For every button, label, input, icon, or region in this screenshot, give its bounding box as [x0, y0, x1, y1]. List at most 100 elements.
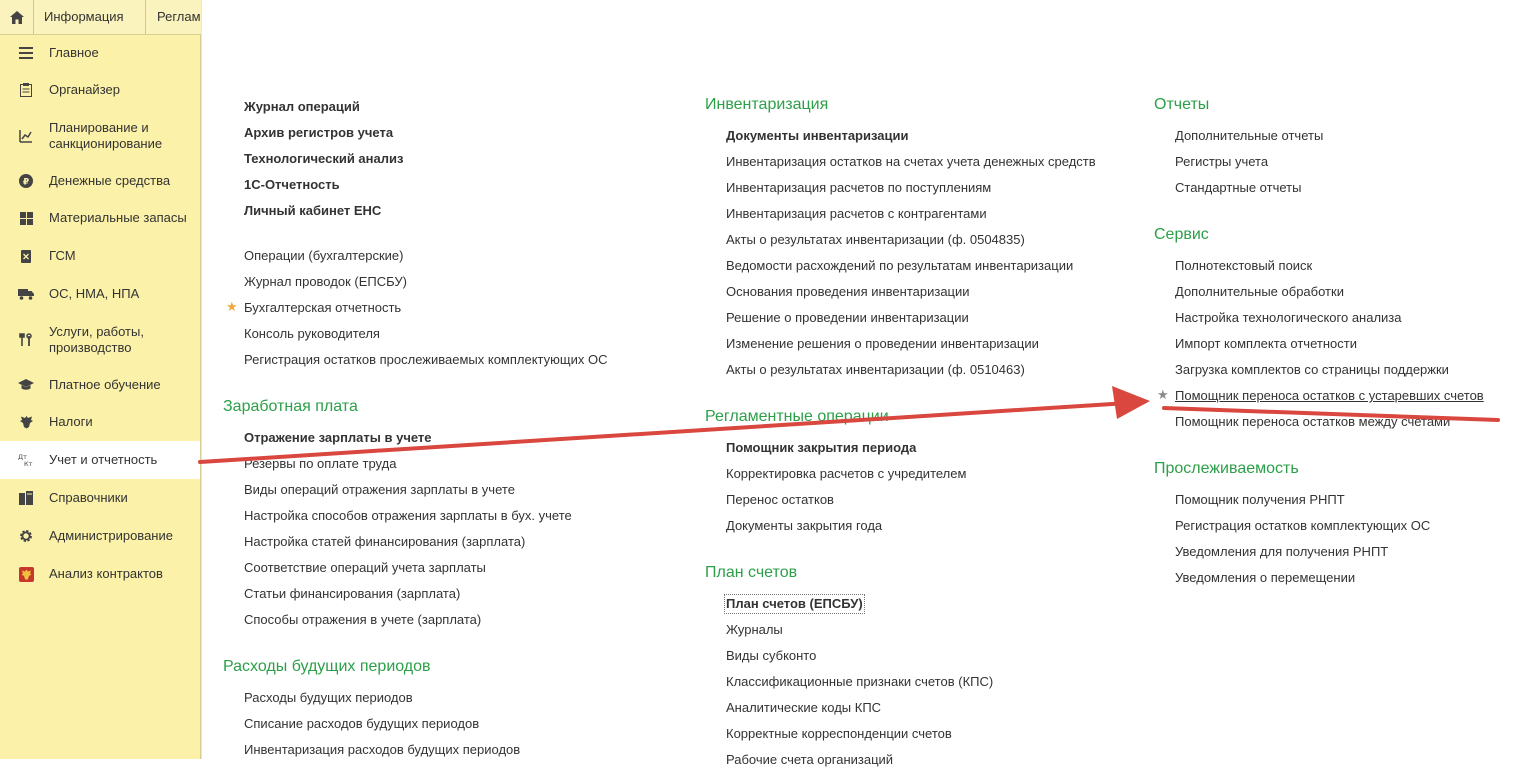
- sidebar-item-administration[interactable]: Администрирование: [0, 517, 200, 555]
- list-item[interactable]: Аналитические коды КПС: [726, 700, 881, 716]
- list-item[interactable]: Дополнительные отчеты: [1175, 128, 1323, 144]
- list-item[interactable]: Стандартные отчеты: [1175, 180, 1301, 196]
- list-item[interactable]: Настройка способов отражения зарплаты в …: [244, 508, 572, 524]
- section-title-salary: Заработная плата: [223, 398, 358, 415]
- list-item[interactable]: Документы закрытия года: [726, 518, 882, 534]
- sidebar-item-money[interactable]: ₽ Денежные средства: [0, 163, 200, 199]
- link-1c-reporting[interactable]: 1С-Отчетность: [244, 177, 340, 193]
- list-item[interactable]: Акты о результатах инвентаризации (ф. 05…: [726, 362, 1025, 378]
- link-accounting-reports[interactable]: Бухгалтерская отчетность: [244, 300, 401, 316]
- list-item[interactable]: Основания проведения инвентаризации: [726, 284, 970, 300]
- link-manager-console[interactable]: Консоль руководителя: [244, 326, 380, 342]
- sidebar-item-directories[interactable]: Справочники: [0, 479, 200, 517]
- sidebar-item-paid-education[interactable]: Платное обучение: [0, 367, 200, 403]
- sidebar-item-planning[interactable]: Планирование и санкционирование: [0, 109, 200, 163]
- list-item[interactable]: Классификационные признаки счетов (КПС): [726, 674, 993, 690]
- list-item[interactable]: Инвентаризация остатков на счетах учета …: [726, 154, 1096, 170]
- list-item[interactable]: Способы отражения в учете (зарплата): [244, 612, 481, 628]
- link-transfer-obsolete-accounts[interactable]: Помощник переноса остатков с устаревших …: [1175, 388, 1484, 404]
- home-tab[interactable]: [0, 0, 34, 34]
- list-item[interactable]: Помощник закрытия периода: [726, 440, 916, 456]
- sidebar-item-fixed-assets[interactable]: ОС, НМА, НПА: [0, 275, 200, 313]
- list-item[interactable]: Корректировка расчетов с учредителем: [726, 466, 966, 482]
- coin-icon: ₽: [18, 173, 34, 189]
- list-item[interactable]: Резервы по оплате труда: [244, 456, 396, 472]
- list-item[interactable]: Инвентаризация расчетов с контрагентами: [726, 206, 987, 222]
- list-item[interactable]: Решение о проведении инвентаризации: [726, 310, 969, 326]
- list-item[interactable]: Списание расходов будущих периодов: [244, 716, 479, 732]
- sidebar-item-services[interactable]: Услуги, работы, производство: [0, 313, 200, 367]
- sidebar-item-label: ОС, НМА, НПА: [49, 286, 140, 301]
- list-item[interactable]: Акты о результатах инвентаризации (ф. 05…: [726, 232, 1025, 248]
- sidebar-item-fuel[interactable]: ГСМ: [0, 237, 200, 275]
- list-item[interactable]: Виды субконто: [726, 648, 816, 664]
- sidebar-item-label: Денежные средства: [49, 173, 171, 188]
- sidebar: Главное Органайзер Планирование и санкци…: [0, 35, 201, 759]
- books-icon: [18, 490, 34, 506]
- sidebar-item-label: ГСМ: [49, 248, 76, 263]
- list-item[interactable]: План счетов (ЕПСБУ): [724, 594, 865, 614]
- list-item[interactable]: Загрузка комплектов со страницы поддержк…: [1175, 362, 1449, 378]
- list-item[interactable]: Виды операций отражения зарплаты в учете: [244, 482, 515, 498]
- sidebar-item-label: Справочники: [49, 490, 128, 505]
- sidebar-item-label: Материальные запасы: [49, 210, 187, 225]
- list-item[interactable]: Отражение зарплаты в учете: [244, 430, 432, 446]
- list-item[interactable]: Документы инвентаризации: [726, 128, 908, 144]
- link-postings-journal[interactable]: Журнал проводок (ЕПСБУ): [244, 274, 407, 290]
- sidebar-item-contract-analysis[interactable]: Анализ контрактов: [0, 555, 200, 593]
- list-item[interactable]: Импорт комплекта отчетности: [1175, 336, 1357, 352]
- list-item[interactable]: Помощник переноса остатков между счетами: [1175, 414, 1450, 430]
- list-item[interactable]: Полнотекстовый поиск: [1175, 258, 1312, 274]
- list-item[interactable]: Дополнительные обработки: [1175, 284, 1344, 300]
- list-item[interactable]: Изменение решения о проведении инвентари…: [726, 336, 1039, 352]
- list-item[interactable]: Уведомления для получения РНПТ: [1175, 544, 1388, 560]
- list-item[interactable]: Регистрация остатков комплектующих ОС: [1175, 518, 1430, 534]
- sidebar-item-materials[interactable]: Материальные запасы: [0, 199, 200, 237]
- link-operations-journal[interactable]: Журнал операций: [244, 99, 360, 115]
- svg-text:Кт: Кт: [24, 460, 33, 467]
- list-item[interactable]: Статьи финансирования (зарплата): [244, 586, 460, 602]
- tab-reglamented-reports[interactable]: Регламентированные отчеты: [147, 0, 203, 34]
- list-item[interactable]: Уведомления о перемещении: [1175, 570, 1355, 586]
- list-item[interactable]: Настройка технологического анализа: [1175, 310, 1402, 326]
- section-title-reports: Отчеты: [1154, 96, 1210, 113]
- list-item[interactable]: Помощник получения РНПТ: [1175, 492, 1345, 508]
- link-traceable-components[interactable]: Регистрация остатков прослеживаемых комп…: [244, 352, 607, 368]
- list-item[interactable]: Корректные корреспонденции счетов: [726, 726, 952, 742]
- favorite-star-icon[interactable]: ★: [1157, 387, 1169, 403]
- sidebar-item-label: Анализ контрактов: [49, 566, 163, 581]
- list-item[interactable]: Настройка статей финансирования (зарплат…: [244, 534, 525, 550]
- list-item[interactable]: Рабочие счета организаций: [726, 752, 893, 768]
- sidebar-item-accounting[interactable]: Дт Кт Учет и отчетность: [0, 441, 200, 479]
- list-item[interactable]: Регистры учета: [1175, 154, 1268, 170]
- sidebar-item-label: Учет и отчетность: [49, 452, 158, 467]
- list-item[interactable]: Журналы: [726, 622, 783, 638]
- truck-icon: [18, 286, 34, 302]
- list-item[interactable]: Перенос остатков: [726, 492, 834, 508]
- section-title-deferred-expenses: Расходы будущих периодов: [223, 658, 431, 675]
- list-item[interactable]: Инвентаризация расчетов по поступлениям: [726, 180, 991, 196]
- section-title-traceability: Прослеживаемость: [1154, 460, 1299, 477]
- sidebar-item-main[interactable]: Главное: [0, 35, 200, 71]
- link-accounting-operations[interactable]: Операции (бухгалтерские): [244, 248, 403, 264]
- list-item[interactable]: Соответствие операций учета зарплаты: [244, 560, 486, 576]
- menu-lines-icon: [18, 45, 34, 61]
- list-item[interactable]: Ведомости расхождений по результатам инв…: [726, 258, 1073, 274]
- home-icon: [9, 10, 24, 24]
- list-item[interactable]: Инвентаризация расходов будущих периодов: [244, 742, 520, 758]
- tools-icon: [18, 332, 34, 348]
- tab-information[interactable]: Информация: [34, 0, 146, 34]
- eagle-emblem-icon: [18, 414, 34, 430]
- favorite-star-icon[interactable]: ★: [226, 299, 238, 315]
- list-item[interactable]: Расходы будущих периодов: [244, 690, 413, 706]
- sidebar-item-label: Администрирование: [49, 528, 173, 543]
- sidebar-item-label: Услуги, работы, производство: [49, 324, 144, 355]
- main-content: Журнал операций Архив регистров учета Те…: [201, 0, 1525, 767]
- sidebar-item-label: Платное обучение: [49, 377, 161, 392]
- sidebar-item-taxes[interactable]: Налоги: [0, 403, 200, 441]
- sidebar-item-organizer[interactable]: Органайзер: [0, 71, 200, 109]
- link-ens-cabinet[interactable]: Личный кабинет ЕНС: [244, 203, 381, 219]
- svg-text:₽: ₽: [23, 178, 29, 188]
- link-registers-archive[interactable]: Архив регистров учета: [244, 125, 393, 141]
- link-tech-analysis[interactable]: Технологический анализ: [244, 151, 403, 167]
